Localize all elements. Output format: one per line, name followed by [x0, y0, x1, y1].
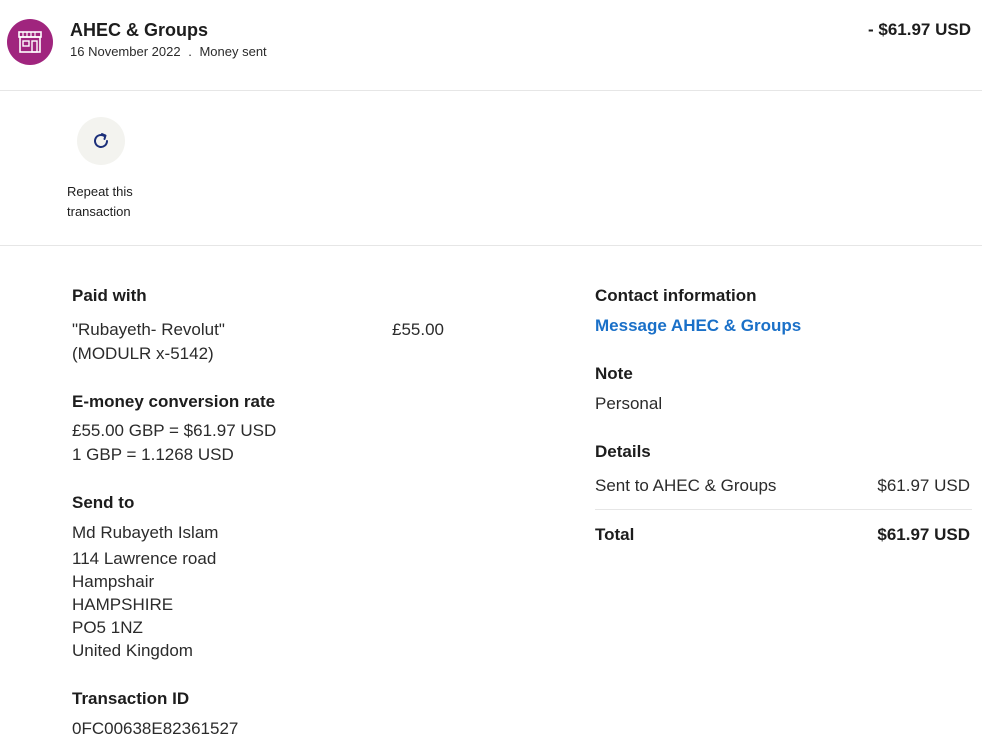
merchant-avatar [7, 19, 53, 65]
funding-source-name: "Rubayeth- Revolut" [72, 320, 225, 339]
details-heading: Details [595, 442, 651, 461]
repeat-label-line2: transaction [67, 204, 131, 219]
storefront-icon [18, 31, 42, 53]
address-town: Hampshair [72, 572, 155, 591]
address-street: 114 Lawrence road [72, 549, 217, 568]
contact-heading: Contact information [595, 286, 757, 305]
merchant-name: AHEC & Groups [70, 20, 209, 40]
note-value: Personal [595, 394, 663, 413]
transaction-id-value: 0FC00638E82361527 [72, 719, 239, 738]
transaction-meta: 16 November 2022 . Money sent [70, 44, 267, 59]
paid-with-heading: Paid with [72, 286, 147, 305]
address-country: United Kingdom [72, 641, 193, 660]
transaction-date: 16 November 2022 [70, 44, 181, 59]
conversion-line-2: 1 GBP = 1.1268 USD [72, 445, 234, 464]
funding-source-account: (MODULR x-5142) [72, 344, 214, 363]
conversion-heading: E-money conversion rate [72, 392, 276, 411]
repeat-transaction-label[interactable]: Repeat this transaction [67, 182, 157, 222]
transaction-type: Money sent [199, 44, 267, 59]
address-name: Md Rubayeth Islam [72, 523, 219, 542]
details-row-label: Sent to AHEC & Groups [595, 476, 777, 495]
meta-separator: . [188, 44, 192, 59]
funding-amount: £55.00 [392, 320, 444, 339]
header-divider [0, 90, 982, 91]
send-to-heading: Send to [72, 493, 135, 512]
note-heading: Note [595, 364, 633, 383]
address-county: HAMPSHIRE [72, 595, 174, 614]
details-divider [595, 509, 972, 510]
address-postcode: PO5 1NZ [72, 618, 143, 637]
conversion-line-1: £55.00 GBP = $61.97 USD [72, 421, 277, 440]
total-label: Total [595, 525, 635, 544]
transaction-header: AHEC & Groups 16 November 2022 . Money s… [0, 0, 982, 90]
transaction-id-heading: Transaction ID [72, 689, 190, 708]
transaction-amount: - $61.97 USD [868, 20, 971, 39]
actions-divider [0, 245, 982, 246]
total-value: $61.97 USD [877, 525, 970, 544]
details-row-value: $61.97 USD [877, 476, 970, 495]
repeat-transaction-button[interactable] [77, 117, 125, 165]
message-merchant-link[interactable]: Message AHEC & Groups [595, 316, 801, 336]
repeat-label-line1: Repeat this [67, 184, 133, 199]
refresh-icon [94, 133, 108, 148]
